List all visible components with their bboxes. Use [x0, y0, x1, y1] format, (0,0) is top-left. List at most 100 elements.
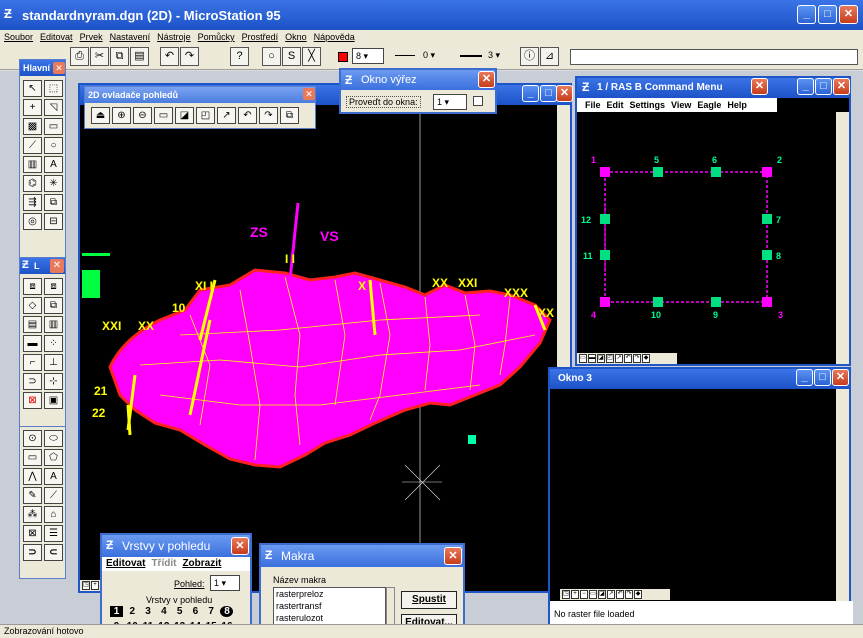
drop-icon[interactable]: ⊟: [44, 213, 63, 230]
o3-ctl-2-icon[interactable]: +: [571, 590, 579, 599]
modify-icon[interactable]: ◎: [23, 213, 42, 230]
key-in-field[interactable]: [570, 49, 858, 65]
lock-icon[interactable]: ⌂: [44, 506, 63, 523]
pohled-select[interactable]: 1 ▾: [210, 575, 240, 591]
cmd-menu-edit[interactable]: Edit: [607, 98, 624, 112]
marker-5[interactable]: [653, 167, 663, 177]
view-next-icon[interactable]: ↷: [259, 107, 278, 124]
cm-ctl-3-icon[interactable]: ◪: [597, 354, 605, 363]
command-menu-window-close-button[interactable]: ✕: [833, 78, 850, 95]
view-previous-icon[interactable]: ↶: [238, 107, 257, 124]
move-icon[interactable]: ⇶: [23, 194, 42, 211]
layer-7[interactable]: 7: [205, 606, 218, 617]
marker-12[interactable]: [600, 214, 610, 224]
shape-icon[interactable]: ▭: [44, 118, 63, 135]
line-weight-combo[interactable]: 3 ▾: [485, 48, 513, 64]
select-arrow-icon[interactable]: ↖: [23, 80, 42, 97]
pattern-icon[interactable]: ▩: [23, 118, 42, 135]
marker-2[interactable]: [762, 167, 772, 177]
layer-8[interactable]: 8: [220, 606, 234, 617]
app-minimize-button[interactable]: _: [797, 5, 816, 24]
group-icon[interactable]: ⁂: [23, 506, 42, 523]
o3-ctl-5-icon[interactable]: ◪: [598, 590, 606, 599]
snap-3-icon[interactable]: ◇: [23, 297, 42, 314]
makra-item-1[interactable]: rastertransf: [274, 600, 385, 612]
fence-icon[interactable]: ⬚: [44, 80, 63, 97]
undo-icon[interactable]: ↶: [160, 47, 179, 66]
okno3-scrollbar[interactable]: [836, 389, 849, 625]
menu-prvek[interactable]: Prvek: [80, 32, 103, 42]
makra-item-2[interactable]: rasterulozot: [274, 612, 385, 624]
paste-icon[interactable]: ▤: [130, 47, 149, 66]
redo-icon[interactable]: ↷: [180, 47, 199, 66]
small-palette-close-button[interactable]: ✕: [50, 259, 64, 273]
list-icon[interactable]: ☰: [44, 525, 63, 542]
marker-8[interactable]: [762, 250, 772, 260]
settings-icon[interactable]: ⊿: [540, 47, 559, 66]
okno-vyrez-select[interactable]: 1 ▾: [433, 94, 467, 110]
o3-ctl-8-icon[interactable]: ↷: [625, 590, 633, 599]
cmd-menu-file[interactable]: File: [585, 98, 601, 112]
menu-prostredi[interactable]: Prostředí: [242, 32, 279, 42]
active-color-swatch[interactable]: [338, 52, 348, 62]
okno-vyrez-close-button[interactable]: ✕: [478, 71, 495, 88]
link-left-icon[interactable]: ⊃: [23, 544, 42, 561]
link-right-icon[interactable]: ⊂: [44, 544, 63, 561]
command-menu-minimize-button[interactable]: _: [797, 78, 814, 95]
cm-ctl-6-icon[interactable]: ↶: [624, 354, 632, 363]
linestring-icon[interactable]: ⋀: [23, 468, 42, 485]
view1-minimize-button[interactable]: _: [522, 85, 539, 102]
layer-6[interactable]: 6: [189, 606, 202, 617]
marker-4[interactable]: [600, 297, 610, 307]
copy-view-icon[interactable]: ⧉: [280, 107, 299, 124]
layer-2[interactable]: 2: [126, 606, 139, 617]
marker-3[interactable]: [762, 297, 772, 307]
marker-6[interactable]: [711, 167, 721, 177]
rect-icon[interactable]: ▭: [23, 449, 42, 466]
ellipse-icon[interactable]: ⬭: [44, 430, 63, 447]
spustit-button[interactable]: Spustit: [401, 591, 457, 609]
measure-icon[interactable]: ◹: [44, 99, 63, 116]
o3-ctl-7-icon[interactable]: ↶: [616, 590, 624, 599]
cmd-menu-settings[interactable]: Settings: [630, 98, 666, 112]
cross-tool-icon[interactable]: ╳: [302, 47, 321, 66]
layer-3[interactable]: 3: [142, 606, 155, 617]
info-icon[interactable]: ⓘ: [520, 47, 539, 66]
marker-7[interactable]: [762, 214, 772, 224]
command-menu-maximize-button[interactable]: □: [815, 78, 832, 95]
help-icon[interactable]: ?: [230, 47, 249, 66]
okno-vyrez-checkbox[interactable]: [473, 96, 483, 106]
view-controls-close-button[interactable]: ✕: [303, 88, 315, 100]
snap-8-icon[interactable]: ⁘: [44, 335, 63, 352]
snap-12-icon[interactable]: ⊹: [44, 373, 63, 390]
okno3-maximize-button[interactable]: □: [814, 369, 831, 386]
okno3-close-button[interactable]: ✕: [832, 369, 849, 386]
menu-soubor[interactable]: Soubor: [4, 32, 33, 42]
print-icon[interactable]: ⎙: [70, 47, 89, 66]
o3-ctl-4-icon[interactable]: ▭: [589, 590, 597, 599]
o3-ctl-3-icon[interactable]: −: [580, 590, 588, 599]
cm-ctl-5-icon[interactable]: ↗: [615, 354, 623, 363]
polygon-icon[interactable]: ⬠: [44, 449, 63, 466]
cmd-menu-eagle[interactable]: Eagle: [697, 98, 721, 112]
cell-icon[interactable]: ⌬: [23, 175, 42, 192]
menu-okno[interactable]: Okno: [285, 32, 307, 42]
text-edit-icon[interactable]: A: [44, 468, 63, 485]
snap-9-icon[interactable]: ⌐: [23, 354, 42, 371]
snap-1-icon[interactable]: ⧈: [23, 278, 42, 295]
menu-napoveda[interactable]: Nápověda: [314, 32, 355, 42]
snap-7-icon[interactable]: ▬: [23, 335, 42, 352]
snap-10-icon[interactable]: ⊥: [44, 354, 63, 371]
zoom-out-icon[interactable]: ⊖: [133, 107, 152, 124]
snap-13-icon[interactable]: ⊠: [23, 392, 42, 409]
snap-6-icon[interactable]: ▥: [44, 316, 63, 333]
view1-maximize-button[interactable]: □: [540, 85, 557, 102]
update-view-icon[interactable]: ⏏: [91, 107, 110, 124]
line-style-combo[interactable]: 0 ▾: [420, 48, 448, 64]
view1-close-button[interactable]: ✕: [556, 85, 573, 102]
vrstvy-menu-zobrazit[interactable]: Zobrazit: [182, 557, 221, 571]
window-area-icon[interactable]: ▭: [154, 107, 173, 124]
cm-ctl-8-icon[interactable]: ◆: [642, 354, 650, 363]
o3-ctl-1-icon[interactable]: ◳: [562, 590, 570, 599]
arc-icon[interactable]: ⟋: [23, 137, 42, 154]
